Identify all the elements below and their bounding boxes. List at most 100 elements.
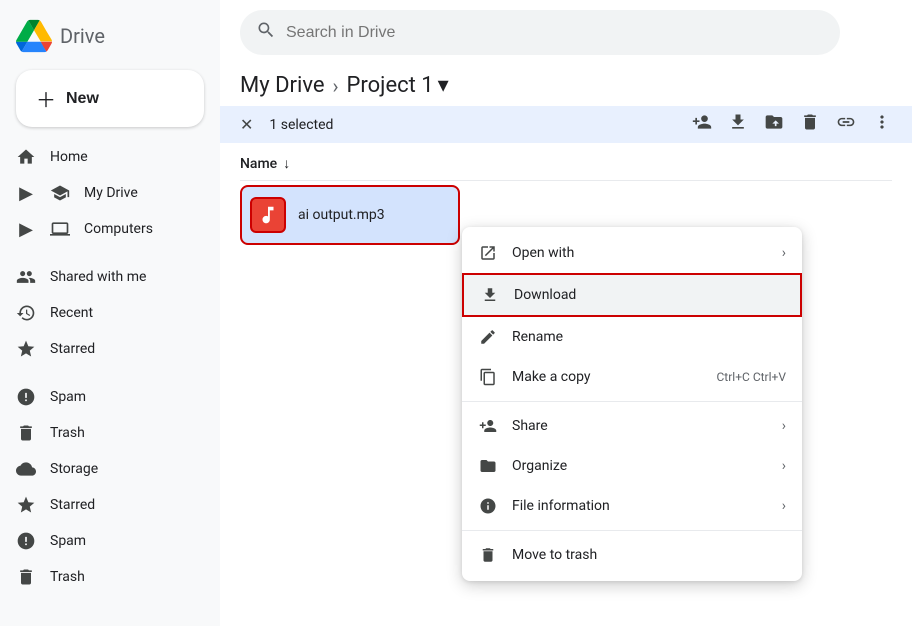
- menu-item-download[interactable]: Download: [462, 273, 802, 317]
- more-vert-icon[interactable]: [872, 112, 892, 137]
- trash-icon: [16, 423, 36, 443]
- action-bar-icons: [692, 112, 892, 137]
- sidebar-item-starred2-label: Starred: [50, 497, 95, 513]
- app-title: Drive: [60, 24, 105, 48]
- sidebar-item-trash2[interactable]: Trash: [0, 559, 204, 595]
- breadcrumb-separator: ›: [333, 74, 339, 98]
- menu-item-move-trash[interactable]: Move to trash: [462, 535, 802, 575]
- sidebar-item-my-drive[interactable]: ▶ My Drive: [0, 175, 204, 211]
- selection-label: 1 selected: [269, 117, 676, 133]
- topbar: [220, 0, 912, 65]
- menu-item-share-label: Share: [512, 418, 548, 434]
- move-trash-icon: [478, 545, 498, 565]
- sidebar-item-recent[interactable]: Recent: [0, 295, 204, 331]
- menu-item-organize[interactable]: Organize ›: [462, 446, 802, 486]
- sidebar-item-my-drive-label: My Drive: [84, 185, 138, 201]
- menu-divider-2: [462, 530, 802, 531]
- menu-item-download-label: Download: [514, 287, 576, 303]
- main-content: My Drive › Project 1 ▾ ✕ 1 selected: [220, 0, 912, 626]
- download-menu-icon: [480, 285, 500, 305]
- file-list: Name ↓ ai output.mp3 Open with ›: [220, 147, 912, 245]
- menu-item-make-copy[interactable]: Make a copy Ctrl+C Ctrl+V: [462, 357, 802, 397]
- make-copy-shortcut: Ctrl+C Ctrl+V: [717, 370, 787, 384]
- starred2-icon: [16, 495, 36, 515]
- plus-icon: ＋: [36, 84, 56, 113]
- download-icon[interactable]: [728, 112, 748, 137]
- sidebar-item-storage-label: Storage: [50, 461, 98, 477]
- breadcrumb: My Drive › Project 1 ▾: [220, 65, 912, 106]
- file-row[interactable]: ai output.mp3 Open with › Download: [240, 185, 460, 245]
- name-sort-label[interactable]: Name: [240, 156, 277, 172]
- breadcrumb-current-text: Project 1: [347, 73, 434, 98]
- menu-divider-1: [462, 401, 802, 402]
- storage-icon: [16, 459, 36, 479]
- sort-direction-icon: ↓: [283, 155, 290, 172]
- context-menu: Open with › Download Rename: [462, 227, 802, 581]
- organize-icon: [478, 456, 498, 476]
- file-name: ai output.mp3: [298, 207, 385, 223]
- sidebar-item-home-label: Home: [50, 149, 88, 165]
- menu-item-open-with-label: Open with: [512, 245, 574, 261]
- expand-icon: ▶: [16, 183, 36, 203]
- sidebar-item-trash2-label: Trash: [50, 569, 85, 585]
- search-box[interactable]: [240, 10, 840, 55]
- sidebar-item-computers[interactable]: ▶ Computers: [0, 211, 204, 247]
- breadcrumb-current[interactable]: Project 1 ▾: [347, 73, 449, 98]
- menu-item-move-trash-label: Move to trash: [512, 547, 597, 563]
- home-icon: [16, 147, 36, 167]
- sidebar-item-shared[interactable]: Shared with me: [0, 259, 204, 295]
- menu-item-file-info[interactable]: File information ›: [462, 486, 802, 526]
- file-info-icon: [478, 496, 498, 516]
- sidebar-item-spam2-label: Spam: [50, 533, 86, 549]
- my-drive-icon: [50, 183, 70, 203]
- rename-icon: [478, 327, 498, 347]
- sidebar-item-spam2[interactable]: Spam: [0, 523, 204, 559]
- action-bar: ✕ 1 selected: [220, 106, 912, 143]
- sidebar-item-trash-label: Trash: [50, 425, 85, 441]
- open-with-arrow-icon: ›: [782, 245, 786, 261]
- computers-icon: [50, 219, 70, 239]
- sidebar-item-starred-label: Starred: [50, 341, 95, 357]
- menu-item-file-info-label: File information: [512, 498, 610, 514]
- file-list-header: Name ↓: [240, 147, 892, 181]
- starred-icon: [16, 339, 36, 359]
- new-button[interactable]: ＋ New: [16, 70, 204, 127]
- spam-icon: [16, 387, 36, 407]
- breadcrumb-root[interactable]: My Drive: [240, 73, 325, 98]
- spam2-icon: [16, 531, 36, 551]
- share-arrow-icon: ›: [782, 418, 786, 434]
- sidebar-item-spam-label: Spam: [50, 389, 86, 405]
- recent-icon: [16, 303, 36, 323]
- search-input[interactable]: [286, 24, 824, 42]
- open-with-icon: [478, 243, 498, 263]
- close-selection-button[interactable]: ✕: [240, 115, 253, 134]
- trash2-icon: [16, 567, 36, 587]
- sidebar-item-home[interactable]: Home: [0, 139, 204, 175]
- delete-icon[interactable]: [800, 112, 820, 137]
- organize-arrow-icon: ›: [782, 458, 786, 474]
- search-icon: [256, 20, 276, 45]
- shared-icon: [16, 267, 36, 287]
- menu-item-make-copy-label: Make a copy: [512, 369, 591, 385]
- menu-item-organize-label: Organize: [512, 458, 567, 474]
- sidebar-item-starred[interactable]: Starred: [0, 331, 204, 367]
- make-copy-icon: [478, 367, 498, 387]
- sidebar-item-trash[interactable]: Trash: [0, 415, 204, 451]
- sidebar-item-shared-label: Shared with me: [50, 269, 146, 285]
- sidebar-item-recent-label: Recent: [50, 305, 93, 321]
- expand-computers-icon: ▶: [16, 219, 36, 239]
- menu-item-rename[interactable]: Rename: [462, 317, 802, 357]
- file-info-arrow-icon: ›: [782, 498, 786, 514]
- upload-folder-icon[interactable]: [764, 112, 784, 137]
- sidebar: Drive ＋ New Home ▶ My Drive ▶ Computers …: [0, 0, 220, 626]
- menu-item-share[interactable]: Share ›: [462, 406, 802, 446]
- breadcrumb-dropdown-icon: ▾: [438, 73, 449, 98]
- sidebar-item-starred2[interactable]: Starred: [0, 487, 204, 523]
- new-button-label: New: [66, 90, 99, 108]
- menu-item-open-with[interactable]: Open with ›: [462, 233, 802, 273]
- sidebar-item-storage[interactable]: Storage: [0, 451, 204, 487]
- add-person-icon[interactable]: [692, 112, 712, 137]
- drive-logo-icon: [16, 18, 52, 54]
- link-icon[interactable]: [836, 112, 856, 137]
- sidebar-item-spam[interactable]: Spam: [0, 379, 204, 415]
